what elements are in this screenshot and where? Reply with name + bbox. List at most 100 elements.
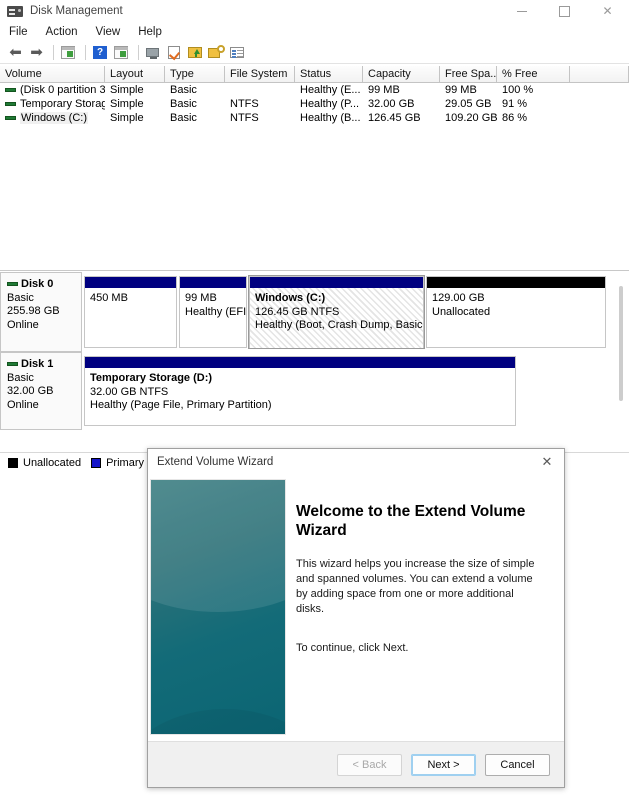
volume-column-header[interactable]: Status	[295, 66, 363, 82]
menu-view[interactable]: View	[96, 26, 121, 38]
volume-icon	[5, 102, 16, 107]
cell-file-system: NTFS	[230, 98, 259, 110]
partition-size: 99 MB	[185, 292, 217, 304]
partition-size: 32.00 GB NTFS	[90, 385, 169, 398]
disk-partition[interactable]: 450 MB	[84, 276, 177, 348]
wizard-banner-image	[150, 479, 286, 735]
disk-header[interactable]: Disk 1 Basic 32.00 GB Online	[0, 352, 82, 430]
minimize-button[interactable]	[500, 0, 543, 22]
volume-column-header[interactable]: Type	[165, 66, 225, 82]
close-button[interactable]: ✕	[586, 0, 629, 22]
cell-layout: Simple	[110, 112, 144, 124]
volume-column-header[interactable]	[570, 66, 629, 82]
scrollbar-thumb[interactable]	[619, 286, 623, 401]
cell-percent-free: 91 %	[502, 98, 528, 110]
cell-layout: Simple	[110, 98, 144, 110]
properties-icon[interactable]	[144, 43, 163, 62]
menu-file[interactable]: File	[9, 26, 28, 38]
volume-column-header[interactable]: Layout	[105, 66, 165, 82]
disk-partition[interactable]: Windows (C:) 126.45 GB NTFS Healthy (Boot,…	[248, 275, 425, 349]
partition-details: Windows (C:) 126.45 GB NTFS Healthy (Boot,…	[250, 288, 423, 348]
export-list-icon[interactable]	[186, 43, 205, 62]
partition-status: Unallocated	[432, 305, 491, 318]
help-icon[interactable]: ?	[91, 43, 110, 62]
disk-row: Disk 1 Basic 32.00 GB Online Temporary Stora…	[0, 352, 629, 430]
legend-swatch	[91, 457, 102, 468]
show-list-icon[interactable]	[228, 43, 247, 62]
disk-state: Online	[7, 318, 39, 331]
rescan-disks-icon[interactable]	[165, 43, 184, 62]
volume-column-header[interactable]: Volume	[0, 66, 105, 82]
disk-partitions: Temporary Storage (D:) 32.00 GB NTFS Healt…	[82, 352, 629, 430]
volume-column-header[interactable]: Capacity	[363, 66, 440, 82]
table-row[interactable]: Temporary Storag... Simple Basic NTFS Health…	[0, 97, 629, 111]
legend-label: Unallocated	[23, 456, 82, 469]
cell-capacity: 32.00 GB	[368, 98, 415, 110]
disk-management-icon	[7, 3, 23, 19]
graphical-view-scrollbar[interactable]	[616, 278, 626, 438]
wizard-close-button[interactable]: ✕	[530, 449, 564, 475]
cell-free-space: 109.20 GB	[445, 112, 497, 124]
toolbar-separator	[138, 45, 139, 60]
cell-type: Basic	[170, 112, 197, 124]
disk-partition[interactable]: 129.00 GB Unallocated	[426, 276, 606, 348]
disk-partition[interactable]: Temporary Storage (D:) 32.00 GB NTFS Healt…	[84, 356, 516, 426]
volume-column-header[interactable]: File System	[225, 66, 295, 82]
disk-bus-type: Basic	[7, 291, 34, 304]
partition-color-bar	[180, 277, 246, 288]
partition-title: Temporary Storage (D:)	[90, 372, 213, 384]
up-one-level-icon[interactable]	[59, 43, 78, 62]
partition-status: Healthy (Page File, Primary Partition)	[90, 399, 272, 411]
cell-free-space: 99 MB	[445, 84, 477, 96]
disk-icon	[7, 362, 18, 367]
disk-icon	[7, 282, 18, 287]
wizard-paragraph-2: To continue, click Next.	[296, 642, 409, 654]
partition-title: Windows (C:)	[255, 292, 326, 304]
partition-status: Healthy (EFI	[185, 305, 246, 318]
maximize-button[interactable]	[543, 0, 586, 22]
disk-row: Disk 0 Basic 255.98 GB Online 450 MB 99 MB Hea…	[0, 272, 629, 352]
cell-percent-free: 100 %	[502, 84, 534, 96]
window-titlebar: Disk Management ✕	[0, 0, 629, 22]
disk-bus-type: Basic	[7, 371, 34, 384]
back-button[interactable]: < Back	[337, 753, 402, 776]
graphical-view: Disk 0 Basic 255.98 GB Online 450 MB 99 MB Hea…	[0, 272, 629, 452]
volume-column-header[interactable]: % Free	[497, 66, 570, 82]
show-hide-console-tree-icon[interactable]	[112, 43, 131, 62]
volume-name-cell: Windows (C:)	[0, 112, 105, 124]
wizard-heading: Welcome to the Extend Volume Wizard	[296, 503, 526, 539]
partition-details: 450 MB	[85, 288, 176, 348]
volume-icon	[5, 116, 16, 121]
disk-header[interactable]: Disk 0 Basic 255.98 GB Online	[0, 272, 82, 352]
cell-status: Healthy (B...	[300, 112, 361, 124]
wizard-titlebar: Extend Volume Wizard ✕	[148, 449, 564, 475]
wizard-title: Extend Volume Wizard	[157, 456, 274, 468]
wizard-body: Welcome to the Extend Volume Wizard This…	[148, 475, 564, 741]
back-arrow-icon[interactable]: ⬅	[6, 43, 25, 62]
cancel-button[interactable]: Cancel	[485, 753, 550, 776]
menu-action[interactable]: Action	[46, 26, 78, 38]
cell-capacity: 126.45 GB	[368, 112, 421, 124]
disk-size: 255.98 GB	[7, 305, 60, 317]
disk-partition[interactable]: 99 MB Healthy (EFI	[179, 276, 247, 348]
volume-name-cell: Temporary Storag...	[0, 98, 105, 110]
cell-status: Healthy (P...	[300, 98, 360, 110]
partition-details: 129.00 GB Unallocated	[427, 288, 605, 348]
find-icon[interactable]	[207, 43, 226, 62]
forward-arrow-icon[interactable]: ➡	[27, 43, 46, 62]
volume-name-cell: (Disk 0 partition 3)	[0, 84, 105, 96]
table-row[interactable]: Windows (C:) Simple Basic NTFS Healthy (B...…	[0, 111, 629, 125]
partition-details: Temporary Storage (D:) 32.00 GB NTFS Healt…	[85, 368, 515, 426]
cell-percent-free: 86 %	[502, 112, 528, 124]
next-button[interactable]: Next >	[411, 753, 476, 776]
disk-partitions: 450 MB 99 MB Healthy (EFI Windows (C:) 126.4…	[82, 272, 629, 352]
menu-help[interactable]: Help	[138, 26, 162, 38]
volume-column-header[interactable]: Free Spa...	[440, 66, 497, 82]
toolbar: ⬅ ➡ ?	[0, 42, 629, 64]
volume-name-label: Windows (C:)	[20, 112, 89, 124]
volume-icon	[5, 88, 16, 93]
partition-color-bar	[85, 357, 515, 368]
toolbar-separator	[53, 45, 54, 60]
partition-size: 450 MB	[90, 292, 128, 304]
table-row[interactable]: (Disk 0 partition 3) Simple Basic Healthy (…	[0, 83, 629, 97]
